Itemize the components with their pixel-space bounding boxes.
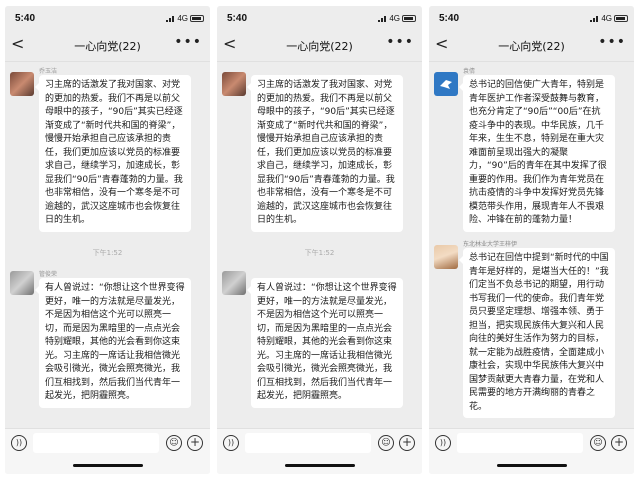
avatar[interactable] <box>434 245 458 269</box>
sender-name: 乔玉洁 <box>39 68 58 75</box>
sender-name: 袁倩 <box>463 68 476 75</box>
status-time: 5:40 <box>227 13 248 24</box>
input-bar: )) ☺ + <box>217 428 422 474</box>
avatar[interactable] <box>222 72 246 96</box>
message-timestamp: 下午1:52 <box>304 249 335 257</box>
input-bar: )) ☺ + <box>5 428 210 474</box>
emoji-icon[interactable]: ☺ <box>166 435 182 451</box>
status-bar: 5:40 4G <box>217 6 422 28</box>
chat-nav-bar: < 一心向党(22) ••• <box>5 28 210 62</box>
signal-icon <box>166 15 176 22</box>
home-indicator <box>72 464 143 467</box>
chat-nav-bar: < 一心向党(22) ••• <box>217 28 422 62</box>
bird-icon <box>440 80 452 89</box>
emoji-icon[interactable]: ☺ <box>378 435 394 451</box>
chat-area: 袁倩 总书记的回信使广大青年，特别是青年医护工作者深受鼓舞与教育，也充分肯定了“… <box>429 62 634 428</box>
emoji-icon[interactable]: ☺ <box>590 435 606 451</box>
message-input[interactable] <box>33 433 159 453</box>
phone-screen-3: 5:40 4G < 一心向党(22) ••• 袁倩 总书记的回信使广大青年，特别… <box>429 6 634 474</box>
home-indicator <box>496 464 567 467</box>
message-bubble[interactable]: 总书记的回信使广大青年，特别是青年医护工作者深受鼓舞与教育，也充分肯定了“90后… <box>459 75 615 232</box>
voice-icon[interactable]: )) <box>223 435 239 451</box>
network-label: 4G <box>601 14 612 23</box>
status-bar: 5:40 4G <box>429 6 634 28</box>
phone-screen-2: 5:40 4G < 一心向党(22) ••• 习主席的话激发了我对国家、对党的更… <box>217 6 422 474</box>
sender-name: 管俊荣 <box>39 271 58 278</box>
more-icon[interactable]: ••• <box>174 34 202 50</box>
sender-name: 东北林业大学王梓伊 <box>463 241 518 248</box>
chat-nav-bar: < 一心向党(22) ••• <box>429 28 634 62</box>
home-indicator <box>284 464 355 467</box>
network-label: 4G <box>389 14 400 23</box>
status-bar: 5:40 4G <box>5 6 210 28</box>
chat-area: 习主席的话激发了我对国家、对党的更加的热爱。我们不再是以前父母眼中的孩子，“90… <box>217 62 422 428</box>
status-time: 5:40 <box>15 13 36 24</box>
status-time: 5:40 <box>439 13 460 24</box>
message-timestamp: 下午1:52 <box>92 249 123 257</box>
network-label: 4G <box>177 14 188 23</box>
more-icon[interactable]: ••• <box>598 34 626 50</box>
more-icon[interactable]: ••• <box>386 34 414 50</box>
battery-icon <box>614 15 628 22</box>
input-bar: )) ☺ + <box>429 428 634 474</box>
message-bubble[interactable]: 习主席的话激发了我对国家、对党的更加的热爱。我们不再是以前父母眼中的孩子，“90… <box>247 75 403 232</box>
avatar[interactable] <box>222 271 246 295</box>
signal-icon <box>378 15 388 22</box>
message-input[interactable] <box>457 433 583 453</box>
signal-icon <box>590 15 600 22</box>
message-bubble[interactable]: 有人曾说过：“你想让这个世界变得更好，唯一的方法就是尽量发光，不是因为相信这个光… <box>35 278 191 408</box>
plus-icon[interactable]: + <box>611 435 627 451</box>
avatar[interactable] <box>10 271 34 295</box>
battery-icon <box>190 15 204 22</box>
message-input[interactable] <box>245 433 371 453</box>
message-bubble[interactable]: 总书记在回信中提到“新时代的中国青年是好样的，是堪当大任的！”我们定当不负总书记… <box>459 248 615 418</box>
voice-icon[interactable]: )) <box>435 435 451 451</box>
phone-screen-1: 5:40 4G < 一心向党(22) ••• 乔玉洁 习主席的话激发了我对国家、… <box>5 6 210 474</box>
message-bubble[interactable]: 有人曾说过：“你想让这个世界变得更好，唯一的方法就是尽量发光，不是因为相信这个光… <box>247 278 403 408</box>
battery-icon <box>402 15 416 22</box>
plus-icon[interactable]: + <box>399 435 415 451</box>
chat-area: 乔玉洁 习主席的话激发了我对国家、对党的更加的热爱。我们不再是以前父母眼中的孩子… <box>5 62 210 428</box>
plus-icon[interactable]: + <box>187 435 203 451</box>
message-bubble[interactable]: 习主席的话激发了我对国家、对党的更加的热爱。我们不再是以前父母眼中的孩子，“90… <box>35 75 191 232</box>
avatar[interactable] <box>434 72 458 96</box>
avatar[interactable] <box>10 72 34 96</box>
voice-icon[interactable]: )) <box>11 435 27 451</box>
